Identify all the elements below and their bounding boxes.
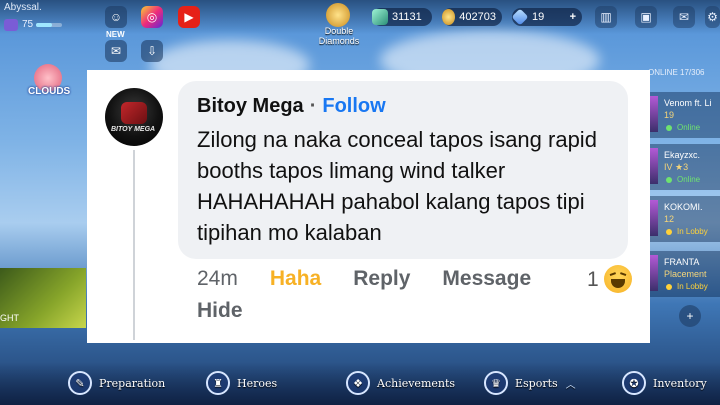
status-dot-icon bbox=[666, 284, 672, 290]
player-name: Abyssal. bbox=[4, 2, 42, 13]
comment-actions: 24m Haha Reply Message bbox=[197, 267, 531, 291]
gold-coin-icon bbox=[442, 9, 456, 25]
download-icon[interactable]: ⇩ bbox=[141, 40, 163, 62]
friend-status: Online bbox=[677, 175, 701, 184]
friend-rank: IV ★3 bbox=[664, 162, 689, 172]
friend-rank: 19 bbox=[664, 110, 675, 120]
double-diamonds-label[interactable]: Double Diamonds bbox=[310, 26, 368, 46]
reaction-count[interactable]: 1 bbox=[587, 268, 599, 292]
gold-counter[interactable]: 402703 bbox=[442, 8, 502, 26]
settings-icon[interactable]: ⚙ bbox=[705, 6, 720, 28]
commenter-avatar[interactable]: BITOY MEGA bbox=[105, 88, 163, 146]
nav-heroes-label: Heroes bbox=[237, 376, 278, 390]
friend-rank: Placement bbox=[664, 269, 707, 279]
diamond-value: 19 bbox=[532, 11, 545, 23]
avatar-figure bbox=[121, 102, 147, 124]
haha-emoji-icon[interactable] bbox=[604, 265, 632, 293]
nav-preparation[interactable]: ✎ Preparation bbox=[68, 370, 165, 396]
double-diamonds-line2: Diamonds bbox=[318, 36, 360, 46]
heroes-helmet-icon: ♜ bbox=[206, 371, 230, 395]
esports-trophy-icon: ♛ bbox=[484, 371, 508, 395]
comment-author[interactable]: Bitoy Mega bbox=[197, 95, 304, 118]
friend-status: Online bbox=[677, 123, 701, 132]
nav-achievements-label: Achievements bbox=[377, 376, 456, 390]
battle-points-value: 31131 bbox=[392, 11, 422, 23]
nav-inventory-label: Inventory bbox=[653, 376, 707, 390]
clouds-label: CLOUDS bbox=[28, 86, 71, 97]
new-event-icon[interactable]: ✉ bbox=[105, 40, 127, 62]
level-progress-fill bbox=[36, 23, 52, 27]
status-dot-icon bbox=[666, 125, 672, 131]
double-diamonds-line1: Double bbox=[324, 26, 354, 36]
video-icon[interactable]: ▣ bbox=[635, 6, 657, 28]
gold-value: 402703 bbox=[459, 11, 496, 23]
chevron-up-icon[interactable]: ︿ bbox=[566, 376, 576, 391]
friend-status: In Lobby bbox=[677, 282, 708, 291]
nav-esports[interactable]: ♛ Esports ︿ bbox=[484, 370, 576, 396]
friend-list-item[interactable]: Ekayzxc. IV ★3 Online bbox=[647, 144, 720, 190]
nav-inventory[interactable]: ✪ Inventory bbox=[622, 370, 707, 396]
diamond-icon bbox=[511, 8, 529, 26]
nav-preparation-label: Preparation bbox=[99, 376, 166, 390]
friend-name: KOKOMI. bbox=[664, 202, 703, 212]
hide-button[interactable]: Hide bbox=[197, 299, 243, 323]
comment-timestamp[interactable]: 24m bbox=[197, 267, 238, 291]
comment-text: Zilong na naka conceal tapos isang rapid… bbox=[197, 127, 597, 245]
preparation-icon: ✎ bbox=[68, 371, 92, 395]
author-separator: · bbox=[309, 95, 317, 117]
message-button[interactable]: Message bbox=[442, 267, 531, 291]
follow-button[interactable]: Follow bbox=[322, 95, 385, 118]
youtube-icon[interactable]: ▶ bbox=[178, 6, 200, 28]
online-count: ONLINE 17/306 bbox=[648, 68, 705, 77]
friend-status: In Lobby bbox=[677, 227, 708, 236]
comment-author-row: Bitoy Mega · Follow bbox=[197, 95, 386, 118]
friend-list-item[interactable]: FRANTA Placement In Lobby bbox=[647, 251, 720, 297]
friend-name: FRANTA bbox=[664, 257, 700, 267]
friend-list-item[interactable]: KOKOMI. 12 In Lobby bbox=[647, 196, 720, 242]
add-friend-icon[interactable]: + bbox=[679, 305, 701, 327]
battle-points-counter[interactable]: 31131 bbox=[372, 8, 432, 26]
friends-icon[interactable]: ☺ bbox=[105, 6, 127, 28]
instagram-icon[interactable]: ◎ bbox=[141, 6, 163, 28]
level-badge-icon bbox=[4, 19, 18, 31]
nav-esports-label: Esports bbox=[515, 376, 558, 390]
new-label: NEW bbox=[106, 30, 125, 39]
nav-heroes[interactable]: ♜ Heroes bbox=[206, 370, 277, 396]
comment-card: BITOY MEGA Bitoy Mega · Follow Zilong na… bbox=[87, 70, 650, 343]
emoji-mouth bbox=[611, 279, 625, 288]
friend-name: Ekayzxc. bbox=[664, 150, 701, 160]
level-progress-bar bbox=[36, 23, 62, 27]
achievements-icon: ❖ bbox=[346, 371, 370, 395]
friend-rank: 12 bbox=[664, 214, 675, 224]
inventory-bag-icon: ✪ bbox=[622, 371, 646, 395]
player-level: 75 bbox=[22, 19, 34, 30]
add-diamonds-button[interactable]: + bbox=[570, 11, 576, 23]
friend-list-item[interactable]: Venom ft. Li 19 Online bbox=[647, 92, 720, 138]
mail-icon[interactable]: ✉ bbox=[673, 6, 695, 28]
status-dot-icon bbox=[666, 177, 672, 183]
reply-button[interactable]: Reply bbox=[353, 267, 410, 291]
stats-icon[interactable]: ▥ bbox=[595, 6, 617, 28]
double-diamonds-icon[interactable] bbox=[326, 3, 350, 27]
avatar-text: BITOY MEGA bbox=[111, 126, 156, 133]
diamond-counter[interactable]: 19 + bbox=[511, 8, 582, 26]
haha-reaction-button[interactable]: Haha bbox=[270, 267, 321, 291]
status-dot-icon bbox=[666, 229, 672, 235]
nav-achievements[interactable]: ❖ Achievements bbox=[346, 370, 455, 396]
friend-name: Venom ft. Li bbox=[664, 98, 712, 108]
hero-showcase-label: GHT bbox=[0, 313, 19, 323]
battle-points-icon bbox=[372, 9, 388, 25]
emoji-eye bbox=[619, 272, 627, 277]
thread-line bbox=[133, 150, 135, 340]
emoji-eye bbox=[609, 272, 617, 277]
